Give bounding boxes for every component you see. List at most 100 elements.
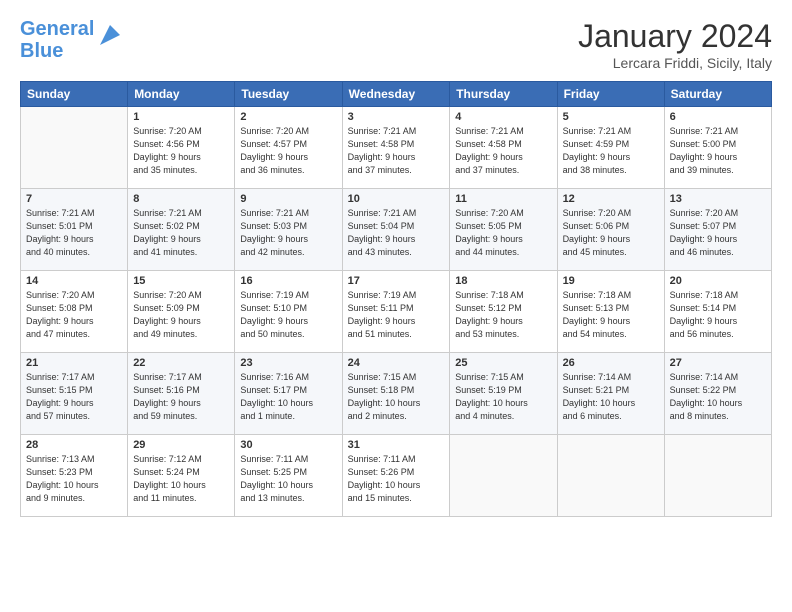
day-number: 4 [455, 111, 551, 123]
day-info: Sunrise: 7:13 AM Sunset: 5:23 PM Dayligh… [26, 453, 122, 505]
day-number: 14 [26, 275, 122, 287]
table-row: 29 Sunrise: 7:12 AM Sunset: 5:24 PM Dayli… [128, 435, 235, 517]
table-row: 1 Sunrise: 7:20 AM Sunset: 4:56 PM Daylig… [128, 107, 235, 189]
table-row: 12Sunrise: 7:20 AM Sunset: 5:06 PM Dayli… [557, 189, 664, 271]
col-tuesday: Tuesday [235, 82, 342, 107]
calendar-header-row: Sunday Monday Tuesday Wednesday Thursday… [21, 82, 772, 107]
day-number: 11 [455, 193, 551, 205]
table-row: 8 Sunrise: 7:21 AM Sunset: 5:02 PM Daylig… [128, 189, 235, 271]
day-info: Sunrise: 7:11 AM Sunset: 5:26 PM Dayligh… [348, 453, 445, 505]
calendar-week-row: 7Sunrise: 7:21 AM Sunset: 5:01 PM Daylig… [21, 189, 772, 271]
table-row: 17 Sunrise: 7:19 AM Sunset: 5:11 PM Dayli… [342, 271, 450, 353]
day-info: Sunrise: 7:18 AM Sunset: 5:14 PM Dayligh… [670, 289, 766, 341]
day-number: 25 [455, 357, 551, 369]
table-row [664, 435, 771, 517]
table-row: 4 Sunrise: 7:21 AM Sunset: 4:58 PM Daylig… [450, 107, 557, 189]
day-number: 15 [133, 275, 229, 287]
table-row: 20Sunrise: 7:18 AM Sunset: 5:14 PM Dayli… [664, 271, 771, 353]
day-info: Sunrise: 7:14 AM Sunset: 5:21 PM Dayligh… [563, 371, 659, 423]
month-title: January 2024 [578, 18, 772, 55]
table-row: 28Sunrise: 7:13 AM Sunset: 5:23 PM Dayli… [21, 435, 128, 517]
table-row: 23 Sunrise: 7:16 AM Sunset: 5:17 PM Dayli… [235, 353, 342, 435]
day-info: Sunrise: 7:21 AM Sunset: 5:01 PM Dayligh… [26, 207, 122, 259]
table-row: 26 Sunrise: 7:14 AM Sunset: 5:21 PM Dayli… [557, 353, 664, 435]
logo: GeneralBlue [20, 18, 124, 62]
day-info: Sunrise: 7:20 AM Sunset: 5:07 PM Dayligh… [670, 207, 766, 259]
table-row: 25 Sunrise: 7:15 AM Sunset: 5:19 PM Dayli… [450, 353, 557, 435]
calendar-week-row: 14 Sunrise: 7:20 AM Sunset: 5:08 PM Dayli… [21, 271, 772, 353]
table-row: 7Sunrise: 7:21 AM Sunset: 5:01 PM Daylig… [21, 189, 128, 271]
table-row: 30Sunrise: 7:11 AM Sunset: 5:25 PM Dayli… [235, 435, 342, 517]
calendar-week-row: 1 Sunrise: 7:20 AM Sunset: 4:56 PM Daylig… [21, 107, 772, 189]
col-wednesday: Wednesday [342, 82, 450, 107]
day-number: 6 [670, 111, 766, 123]
day-info: Sunrise: 7:16 AM Sunset: 5:17 PM Dayligh… [240, 371, 336, 423]
day-number: 29 [133, 439, 229, 451]
table-row: 14 Sunrise: 7:20 AM Sunset: 5:08 PM Dayli… [21, 271, 128, 353]
day-info: Sunrise: 7:12 AM Sunset: 5:24 PM Dayligh… [133, 453, 229, 505]
day-info: Sunrise: 7:15 AM Sunset: 5:18 PM Dayligh… [348, 371, 445, 423]
col-friday: Friday [557, 82, 664, 107]
day-info: Sunrise: 7:20 AM Sunset: 4:56 PM Dayligh… [133, 125, 229, 177]
table-row: 10 Sunrise: 7:21 AM Sunset: 5:04 PM Dayli… [342, 189, 450, 271]
table-row: 16Sunrise: 7:19 AM Sunset: 5:10 PM Dayli… [235, 271, 342, 353]
table-row: 3 Sunrise: 7:21 AM Sunset: 4:58 PM Daylig… [342, 107, 450, 189]
day-info: Sunrise: 7:21 AM Sunset: 4:58 PM Dayligh… [455, 125, 551, 177]
table-row: 19 Sunrise: 7:18 AM Sunset: 5:13 PM Dayli… [557, 271, 664, 353]
table-row: 5Sunrise: 7:21 AM Sunset: 4:59 PM Daylig… [557, 107, 664, 189]
table-row: 27Sunrise: 7:14 AM Sunset: 5:22 PM Dayli… [664, 353, 771, 435]
day-info: Sunrise: 7:17 AM Sunset: 5:16 PM Dayligh… [133, 371, 229, 423]
day-number: 3 [348, 111, 445, 123]
day-info: Sunrise: 7:18 AM Sunset: 5:13 PM Dayligh… [563, 289, 659, 341]
day-number: 1 [133, 111, 229, 123]
day-number: 2 [240, 111, 336, 123]
day-info: Sunrise: 7:21 AM Sunset: 5:04 PM Dayligh… [348, 207, 445, 259]
day-number: 8 [133, 193, 229, 205]
title-block: January 2024 Lercara Friddi, Sicily, Ita… [578, 18, 772, 71]
day-number: 9 [240, 193, 336, 205]
day-info: Sunrise: 7:21 AM Sunset: 5:03 PM Dayligh… [240, 207, 336, 259]
table-row: 6 Sunrise: 7:21 AM Sunset: 5:00 PM Daylig… [664, 107, 771, 189]
table-row: 22Sunrise: 7:17 AM Sunset: 5:16 PM Dayli… [128, 353, 235, 435]
day-number: 21 [26, 357, 122, 369]
day-info: Sunrise: 7:20 AM Sunset: 5:08 PM Dayligh… [26, 289, 122, 341]
table-row: 18Sunrise: 7:18 AM Sunset: 5:12 PM Dayli… [450, 271, 557, 353]
day-info: Sunrise: 7:20 AM Sunset: 5:06 PM Dayligh… [563, 207, 659, 259]
day-number: 23 [240, 357, 336, 369]
day-info: Sunrise: 7:14 AM Sunset: 5:22 PM Dayligh… [670, 371, 766, 423]
day-number: 31 [348, 439, 445, 451]
col-monday: Monday [128, 82, 235, 107]
calendar-week-row: 21 Sunrise: 7:17 AM Sunset: 5:15 PM Dayli… [21, 353, 772, 435]
calendar-week-row: 28Sunrise: 7:13 AM Sunset: 5:23 PM Dayli… [21, 435, 772, 517]
table-row: 24 Sunrise: 7:15 AM Sunset: 5:18 PM Dayli… [342, 353, 450, 435]
day-info: Sunrise: 7:15 AM Sunset: 5:19 PM Dayligh… [455, 371, 551, 423]
table-row: 2 Sunrise: 7:20 AM Sunset: 4:57 PM Daylig… [235, 107, 342, 189]
logo-text: GeneralBlue [20, 18, 94, 62]
header: GeneralBlue January 2024 Lercara Friddi,… [20, 18, 772, 71]
col-sunday: Sunday [21, 82, 128, 107]
day-info: Sunrise: 7:21 AM Sunset: 5:00 PM Dayligh… [670, 125, 766, 177]
calendar-table: Sunday Monday Tuesday Wednesday Thursday… [20, 81, 772, 517]
table-row [450, 435, 557, 517]
day-number: 10 [348, 193, 445, 205]
day-number: 17 [348, 275, 445, 287]
day-info: Sunrise: 7:19 AM Sunset: 5:11 PM Dayligh… [348, 289, 445, 341]
location: Lercara Friddi, Sicily, Italy [578, 55, 772, 71]
day-info: Sunrise: 7:21 AM Sunset: 5:02 PM Dayligh… [133, 207, 229, 259]
calendar-page: GeneralBlue January 2024 Lercara Friddi,… [0, 0, 792, 612]
day-number: 16 [240, 275, 336, 287]
col-thursday: Thursday [450, 82, 557, 107]
day-info: Sunrise: 7:20 AM Sunset: 4:57 PM Dayligh… [240, 125, 336, 177]
col-saturday: Saturday [664, 82, 771, 107]
table-row [21, 107, 128, 189]
day-info: Sunrise: 7:21 AM Sunset: 4:58 PM Dayligh… [348, 125, 445, 177]
logo-icon [96, 21, 124, 49]
day-number: 26 [563, 357, 659, 369]
day-number: 13 [670, 193, 766, 205]
day-number: 19 [563, 275, 659, 287]
day-info: Sunrise: 7:20 AM Sunset: 5:09 PM Dayligh… [133, 289, 229, 341]
day-info: Sunrise: 7:17 AM Sunset: 5:15 PM Dayligh… [26, 371, 122, 423]
day-number: 24 [348, 357, 445, 369]
table-row: 31 Sunrise: 7:11 AM Sunset: 5:26 PM Dayli… [342, 435, 450, 517]
day-number: 18 [455, 275, 551, 287]
